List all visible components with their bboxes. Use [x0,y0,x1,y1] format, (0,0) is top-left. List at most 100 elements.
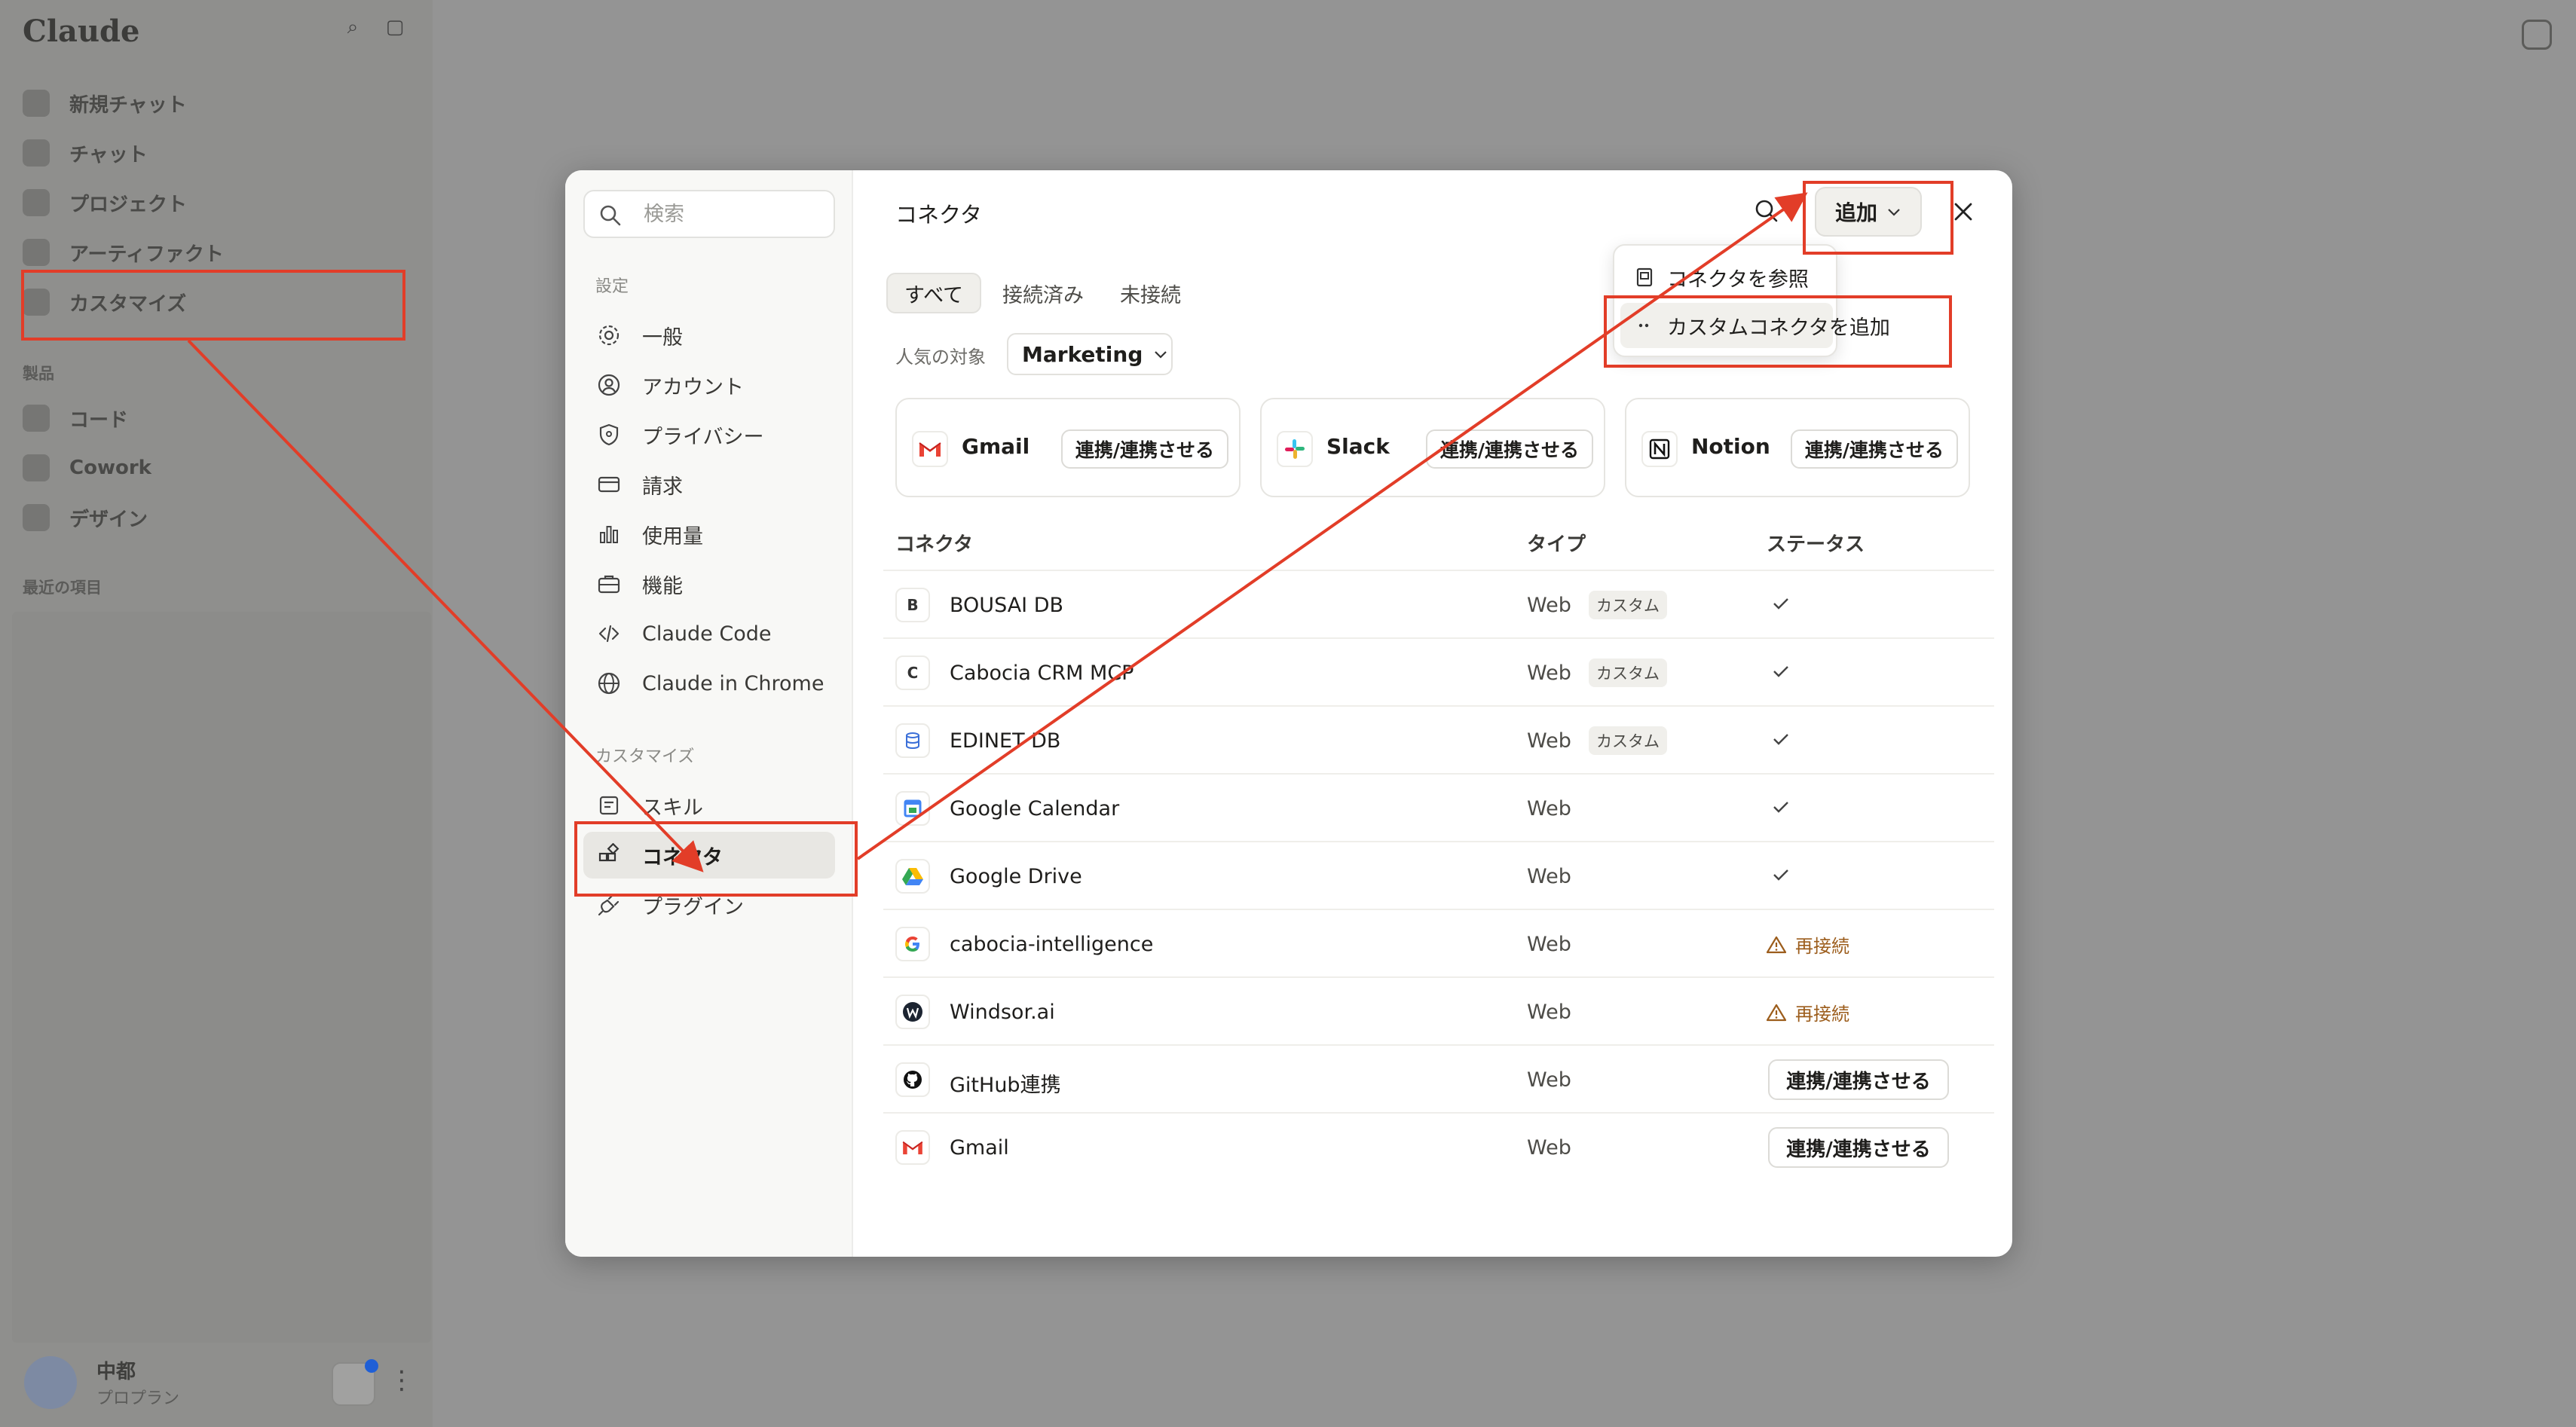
code-icon [598,625,620,643]
highlight-add-button [1803,181,1953,255]
settings-item-billing[interactable]: 請求 [583,461,835,508]
nav-code[interactable]: コード [23,399,128,437]
table-row[interactable]: GitHub連携 Web 連携/連携させる [883,1044,1994,1112]
github-icon [895,1062,930,1097]
tab-not-connected[interactable]: 未接続 [1103,273,1198,313]
cowork-icon [23,454,50,481]
reconnect-status[interactable]: 再接続 [1767,931,1849,958]
gear-icon [598,325,620,346]
settings-item-general[interactable]: 一般 [583,312,835,359]
bousai-icon: B [895,588,930,622]
settings-item-usage[interactable]: 使用量 [583,511,835,558]
highlight-connectors [574,821,858,897]
table-row[interactable]: Google Drive Web [883,841,1994,909]
user-name: 中都 [96,1361,136,1383]
reconnect-status[interactable]: 再接続 [1767,999,1849,1025]
popular-label: 人気の対象 [895,347,986,368]
notion-icon [1641,431,1678,467]
palette-icon [23,504,50,531]
google-drive-icon [895,859,930,894]
connect-button[interactable]: 連携/連携させる [1791,429,1958,469]
app-logo: Claude [23,14,140,49]
nav-new-chat[interactable]: 新規チャット [23,84,187,122]
download-icon[interactable] [332,1359,378,1406]
section-settings: 設定 [595,277,629,296]
slack-icon [1277,431,1313,467]
page-title: コネクタ [895,202,982,228]
skill-icon [599,796,619,815]
section-products: 製品 [23,365,54,383]
chat-icon [23,139,50,167]
search-icon[interactable]: ⌕ [342,17,363,38]
connect-button[interactable]: 連携/連携させる [1061,429,1228,469]
close-icon[interactable] [1950,199,1976,225]
tab-connected[interactable]: 接続済み [986,273,1100,313]
custom-badge: カスタム [1589,658,1667,687]
table-row[interactable]: Gmail Web 連携/連携させる [883,1112,1994,1180]
highlight-customize [21,270,405,341]
tab-all[interactable]: すべて [886,273,982,313]
card-icon [598,476,620,493]
nav-artifacts[interactable]: アーティファクト [23,234,224,271]
warning-icon [1767,936,1786,953]
popular-card-slack: Slack 連携/連携させる [1260,398,1605,497]
cabocia-icon: C [895,655,930,690]
app-sidebar: Claude ⌕ ▢ 新規チャット チャット プロジェクト アーティファクト カ… [0,0,433,1427]
search-icon[interactable] [1753,197,1780,225]
settings-item-claude-in-chrome[interactable]: Claude in Chrome [583,660,835,707]
shield-icon [599,423,619,446]
connect-button[interactable]: 連携/連携させる [1426,429,1593,469]
check-icon [1773,598,1788,610]
check-icon [1773,869,1788,881]
popular-select[interactable]: Marketing [1007,333,1173,375]
folder-icon [23,189,50,216]
nav-projects[interactable]: プロジェクト [23,184,187,222]
chevron-down-icon [1155,351,1167,359]
menu-item-browse-connectors[interactable]: コネクタを参照 [1620,255,1833,300]
more-icon[interactable]: ⋮ [389,1365,415,1395]
edinet-icon [895,723,930,758]
nav-design[interactable]: デザイン [23,499,148,536]
warning-icon [1767,1004,1786,1021]
settings-nav: 設定 一般 アカウント プライバシー 請求 使用量 機能 Claude Code [565,170,853,1257]
check-icon [1773,666,1788,677]
table-row[interactable]: C Cabocia CRM MCP Web カスタム [883,637,1994,705]
avatar[interactable] [24,1356,77,1409]
settings-item-claude-code[interactable]: Claude Code [583,610,835,657]
settings-item-account[interactable]: アカウント [583,362,835,408]
sidebar-toggle-icon[interactable]: ▢ [384,17,405,38]
connect-button[interactable]: 連携/連携させる [1768,1127,1949,1168]
windsor-icon [895,995,930,1029]
connect-button[interactable]: 連携/連携させる [1768,1059,1949,1100]
briefcase-icon [598,575,620,594]
book-icon [1636,267,1653,287]
plus-icon [23,90,50,117]
custom-badge: カスタム [1589,591,1667,619]
settings-search[interactable] [583,190,835,238]
table-row[interactable]: Google Calendar Web [883,773,1994,841]
gmail-icon [912,431,948,467]
column-header-name: コネクタ [895,533,973,556]
artifact-icon [23,239,50,266]
popular-card-notion: Notion 連携/連携させる [1625,398,1970,497]
search-input[interactable] [644,202,825,226]
user-circle-icon [598,374,620,396]
ghost-icon[interactable] [2522,20,2552,50]
nav-chats[interactable]: チャット [23,134,148,172]
code-icon [23,405,50,432]
notification-dot [365,1359,378,1373]
table-row[interactable]: B BOUSAI DB Web カスタム [883,570,1994,637]
table-row[interactable]: cabocia-intelligence Web 再接続 [883,909,1994,976]
google-icon [895,927,930,961]
custom-badge: カスタム [1589,726,1667,755]
table-row[interactable]: Windsor.ai Web 再接続 [883,976,1994,1044]
settings-item-privacy[interactable]: プライバシー [583,411,835,458]
column-header-type: タイプ [1527,533,1586,556]
settings-item-features[interactable]: 機能 [583,561,835,607]
table-row[interactable]: EDINET DB Web カスタム [883,705,1994,773]
check-icon [1773,802,1788,813]
check-icon [1773,734,1788,745]
search-icon [600,205,621,226]
column-header-status: ステータス [1767,533,1865,556]
nav-cowork[interactable]: Cowork [23,449,151,487]
